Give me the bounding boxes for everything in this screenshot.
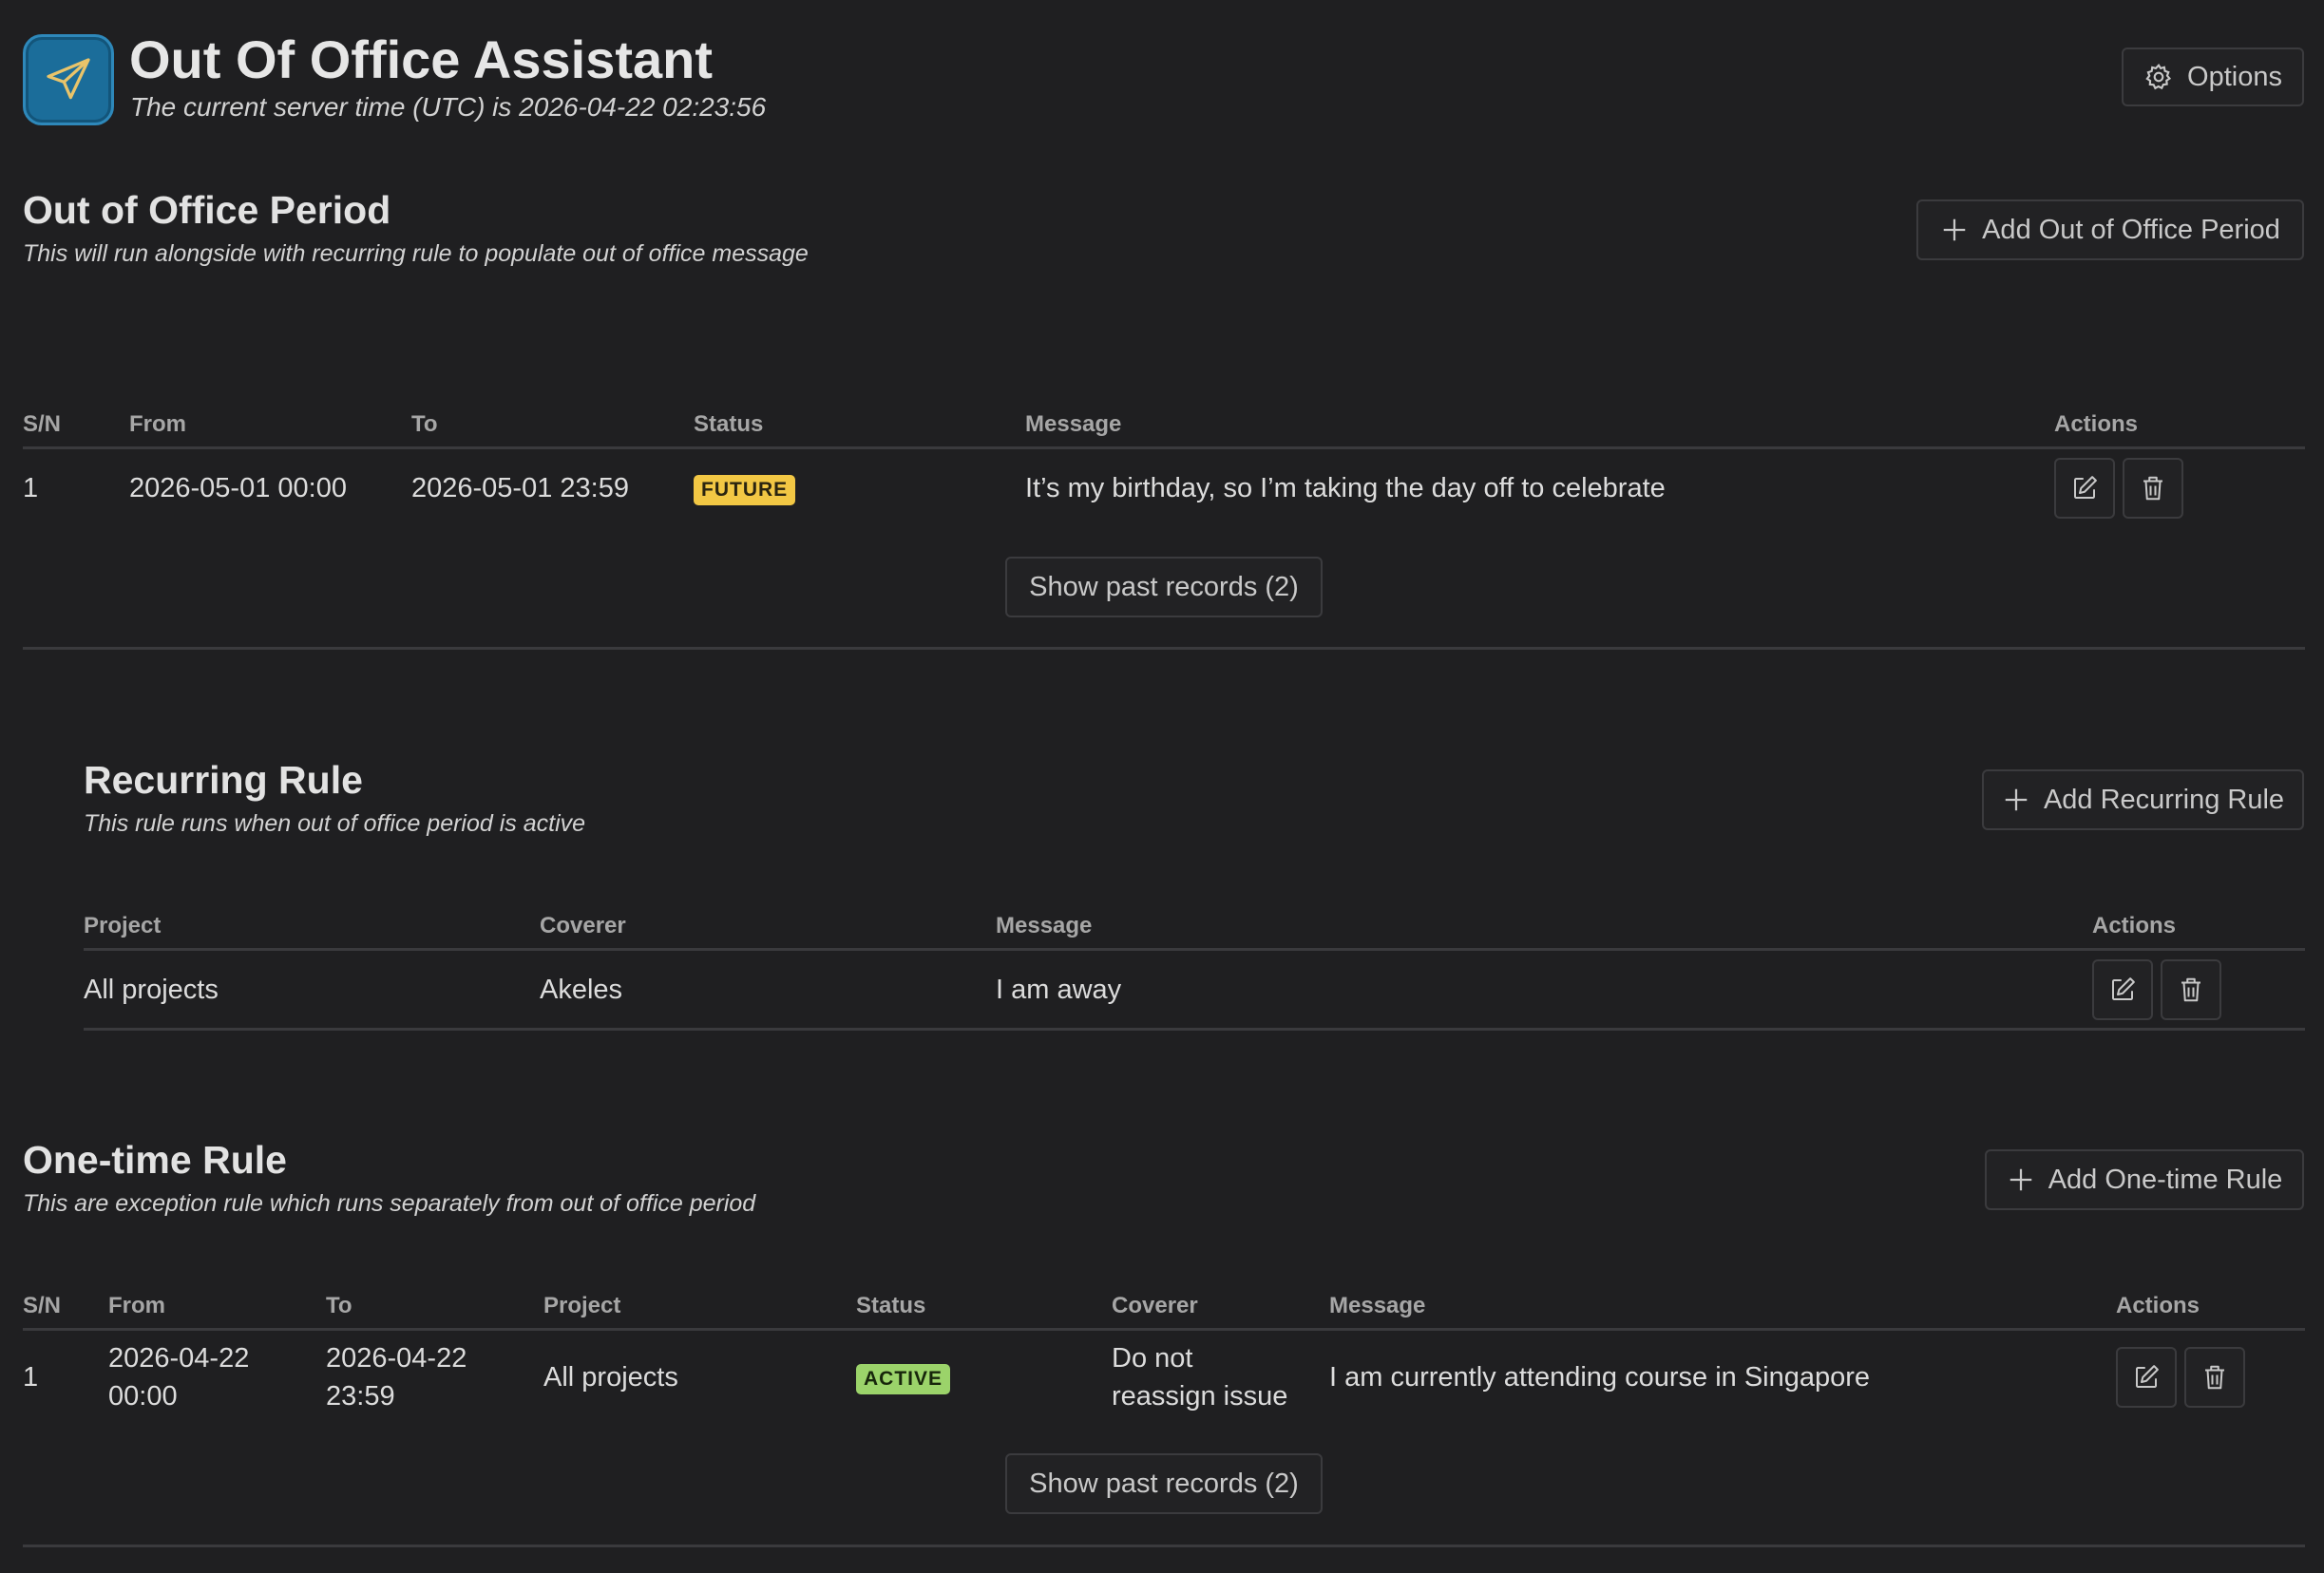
row-to-time: 23:59 <box>326 1381 395 1412</box>
add-onetime-rule-label: Add One-time Rule <box>2048 1164 2283 1195</box>
recurring-rule-title: Recurring Rule <box>84 758 363 802</box>
add-onetime-rule-button[interactable]: Add One-time Rule <box>1985 1149 2304 1210</box>
col-status: Status <box>694 411 764 437</box>
onetime-rule-subtitle: This are exception rule which runs separ… <box>23 1190 756 1217</box>
options-label: Options <box>2187 61 2282 92</box>
col-coverer: Coverer <box>540 913 626 938</box>
edit-button[interactable] <box>2092 959 2153 1020</box>
trash-icon <box>2143 476 2162 501</box>
edit-button[interactable] <box>2116 1347 2177 1408</box>
section-divider <box>23 1545 2305 1547</box>
col-sn: S/N <box>23 411 62 437</box>
edit-icon <box>2136 1365 2159 1388</box>
edit-icon <box>2112 977 2135 1000</box>
app-title: Out Of Office Assistant <box>129 29 714 89</box>
col-message: Message <box>1025 411 1122 437</box>
add-recurring-rule-button[interactable]: Add Recurring Rule <box>1982 769 2304 830</box>
trash-icon <box>2181 977 2200 1002</box>
col-coverer: Coverer <box>1112 1293 1198 1318</box>
col-actions: Actions <box>2092 913 2177 938</box>
edit-button[interactable] <box>2054 458 2115 519</box>
status-badge: ACTIVE <box>856 1364 951 1394</box>
row-from-date: 2026-04-22 <box>108 1343 250 1374</box>
add-ooo-period-button[interactable]: Add Out of Office Period <box>1916 199 2304 260</box>
options-button[interactable]: Options <box>2122 47 2304 106</box>
header-divider <box>23 1328 2305 1331</box>
add-recurring-rule-label: Add Recurring Rule <box>2043 784 2285 815</box>
row-project: All projects <box>543 1362 678 1393</box>
delete-button[interactable] <box>2123 458 2183 519</box>
status-badge: FUTURE <box>694 475 796 505</box>
row-sn: 1 <box>23 1362 39 1393</box>
row-coverer: Akeles <box>540 975 623 1005</box>
section-divider <box>23 647 2305 650</box>
plus-icon <box>2005 788 2028 811</box>
gear-icon <box>2145 64 2172 90</box>
plus-icon <box>1943 218 1966 241</box>
col-actions: Actions <box>2054 411 2139 437</box>
col-message: Message <box>996 913 1093 938</box>
col-to: To <box>326 1293 352 1318</box>
delete-button[interactable] <box>2161 959 2221 1020</box>
header-divider <box>23 446 2305 449</box>
col-from: From <box>129 411 186 437</box>
col-sn: S/N <box>23 1293 62 1318</box>
row-to-date: 2026-04-22 <box>326 1343 467 1374</box>
delete-button[interactable] <box>2184 1347 2245 1408</box>
onetime-rule-title: One-time Rule <box>23 1138 287 1182</box>
server-time: The current server time (UTC) is 2026-04… <box>130 92 767 122</box>
row-from-time: 00:00 <box>108 1381 178 1412</box>
row-to: 2026-05-01 23:59 <box>411 473 629 503</box>
edit-icon <box>2074 476 2097 499</box>
ooo-period-title: Out of Office Period <box>23 188 391 232</box>
recurring-rule-subtitle: This rule runs when out of office period… <box>84 810 586 837</box>
add-ooo-period-label: Add Out of Office Period <box>1982 214 2280 245</box>
row-divider <box>84 1028 2305 1031</box>
col-status: Status <box>856 1293 926 1318</box>
paper-plane-icon <box>47 58 90 100</box>
col-to: To <box>411 411 438 437</box>
show-past-records-button[interactable]: Show past records (2) <box>1005 1453 1323 1514</box>
col-project: Project <box>84 913 162 938</box>
show-past-records-button[interactable]: Show past records (2) <box>1005 557 1323 617</box>
row-coverer-line1: Do not <box>1112 1343 1193 1374</box>
col-project: Project <box>543 1293 621 1318</box>
trash-icon <box>2205 1365 2224 1390</box>
col-actions: Actions <box>2116 1293 2200 1318</box>
row-project: All projects <box>84 975 219 1005</box>
header-divider <box>84 948 2305 951</box>
ooo-period-subtitle: This will run alongside with recurring r… <box>23 240 809 267</box>
col-from: From <box>108 1293 165 1318</box>
row-coverer-line2: reassign issue <box>1112 1381 1288 1412</box>
plus-icon <box>2010 1168 2031 1191</box>
row-message: I am away <box>996 975 1122 1005</box>
row-message: It’s my birthday, so I’m taking the day … <box>1025 473 1666 503</box>
row-from: 2026-05-01 00:00 <box>129 473 347 503</box>
row-sn: 1 <box>23 473 39 503</box>
col-message: Message <box>1329 1293 1426 1318</box>
row-message: I am currently attending course in Singa… <box>1329 1362 1871 1393</box>
app-logo <box>23 34 114 125</box>
